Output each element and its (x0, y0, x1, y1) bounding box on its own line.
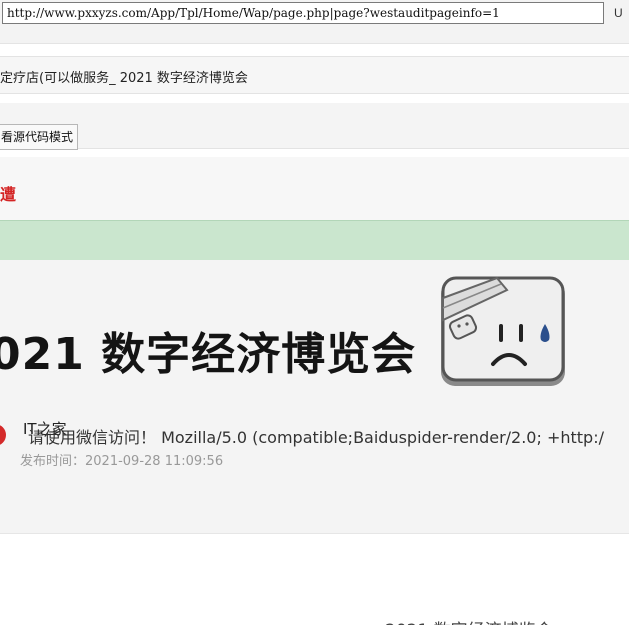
sad-face-bandaged-icon (441, 276, 565, 386)
url-input[interactable]: http://www.pxxyzs.com/App/Tpl/Home/Wap/p… (2, 2, 604, 24)
publish-label: 发布时间： (20, 454, 86, 469)
publish-time: 发布时间：2021-09-28 11:09:56 (20, 450, 223, 469)
address-bar-side-label: U (614, 6, 623, 20)
publish-time-value: 2021-09-28 11:09:56 (85, 454, 224, 469)
red-link[interactable]: 遭 (0, 187, 16, 203)
article-headline: 021 数字经济博览会 (0, 329, 417, 380)
view-source-mode-button[interactable]: 看源代码模式 (0, 124, 79, 150)
page-title-row: 定疗店(可以做服务_ 2021 数字经济博览会 (0, 56, 629, 94)
author-avatar (0, 424, 6, 446)
footer-title: 2021 数字经济博览会 (385, 616, 553, 625)
mode-row: 看源代码模式 (0, 103, 629, 150)
notice-bar (0, 220, 629, 260)
article-card: 021 数字经济博览会 IT之家 请使用微信访问！ Mozilla/5.0 (c… (0, 260, 629, 534)
address-bar: http://www.pxxyzs.com/App/Tpl/Home/Wap/p… (0, 0, 629, 44)
page-title: 定疗店(可以做服务_ 2021 数字经济博览会 (0, 71, 248, 86)
wechat-notice: 请使用微信访问！ Mozilla/5.0 (compatible;Baidusp… (28, 428, 604, 447)
red-link-row: 遭 (0, 157, 629, 220)
